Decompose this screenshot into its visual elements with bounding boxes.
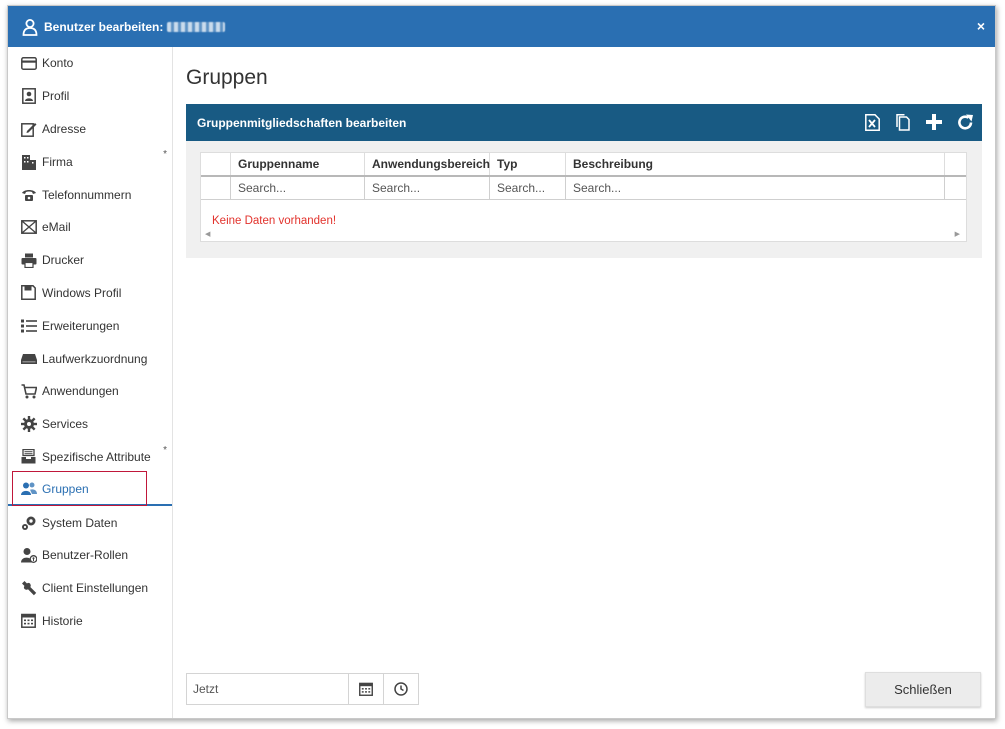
column-header-beschreibung[interactable]: Beschreibung [566,153,945,175]
sidebar-item-label: Adresse [42,121,87,136]
gears-icon [20,514,37,531]
dialog-titlebar: Benutzer bearbeiten: × [8,6,995,47]
floppy-icon [20,284,37,301]
card-icon [20,55,37,72]
user-role-icon [20,547,37,564]
sidebar-item-laufwerkzuordnung[interactable]: Laufwerkzuordnung [8,342,172,375]
sidebar-item-anwendungen[interactable]: Anwendungen [8,375,172,408]
sidebar-item-benutzer-rollen[interactable]: Benutzer-Rollen [8,539,172,572]
filter-input-beschreibung[interactable]: Search... [566,177,945,199]
date-time-field: Jetzt [186,673,419,705]
sidebar-item-label: eMail [42,220,71,235]
sidebar-item-profil[interactable]: Profil [8,80,172,113]
gear-icon [20,416,37,433]
calendar-icon [20,612,37,629]
dialog-title: Benutzer bearbeiten: [44,19,164,34]
wrench-icon [20,580,37,597]
redacted-username [167,21,226,32]
sidebar-item-erweiterungen[interactable]: Erweiterungen [8,309,172,342]
page-title: Gruppen [186,66,268,89]
groups-grid: Gruppenname Anwendungsbereich Typ Beschr… [200,152,967,242]
scroll-right-icon[interactable]: ▶ [955,230,960,238]
panel-header: Gruppenmitgliedschaften bearbeiten [186,104,982,141]
printer-icon [20,252,37,269]
sidebar-item-label: Anwendungen [42,384,119,399]
user-icon [22,18,38,36]
select-column-header [201,153,231,175]
edit-icon [20,120,37,137]
required-marker: * [163,149,167,161]
date-input[interactable]: Jetzt [187,682,348,696]
sidebar-item-adresse[interactable]: Adresse [8,113,172,146]
grid-filter-row: Search... Search... Search... Search... [201,177,966,200]
panel-title: Gruppenmitgliedschaften bearbeiten [197,115,407,130]
grid-header-row: Gruppenname Anwendungsbereich Typ Beschr… [201,153,966,177]
copy-icon[interactable] [893,112,913,132]
users-icon [20,480,37,497]
column-header-gruppenname[interactable]: Gruppenname [231,153,365,175]
sidebar-item-label: Client Einstellungen [42,581,149,596]
plus-icon[interactable] [924,112,944,132]
sidebar-item-label: System Daten [42,515,118,530]
edit-user-dialog: Benutzer bearbeiten: × Konto Profil Adre… [7,5,996,719]
excel-export-icon[interactable] [862,112,882,132]
clock-icon[interactable] [383,674,418,704]
drive-icon [20,350,37,367]
sidebar-item-label: Services [42,417,89,432]
close-button[interactable]: Schließen [865,672,981,707]
sidebar-item-windows-profil[interactable]: Windows Profil [8,277,172,310]
required-marker: * [163,444,167,456]
group-membership-panel: Gruppenmitgliedschaften bearbeiten Grupp… [186,104,982,258]
sidebar-item-label: Benutzer-Rollen [42,548,129,563]
sidebar-item-label: Drucker [42,253,85,268]
close-icon[interactable]: × [977,18,985,34]
filter-input-gruppenname[interactable]: Search... [231,177,365,199]
sidebar-item-label: Historie [42,613,83,628]
sidebar-item-label: Firma [42,154,73,169]
inbox-icon [20,448,37,465]
filter-spacer [201,177,231,199]
empty-message: Keine Daten vorhanden! [212,215,337,227]
sidebar-item-gruppen[interactable]: Gruppen [8,471,172,507]
main-content: Gruppen Gruppenmitgliedschaften bearbeit… [174,47,995,718]
calendar-picker-icon[interactable] [348,674,383,704]
column-header-anwendungsbereich[interactable]: Anwendungsbereich [365,153,490,175]
sidebar-item-label: Profil [42,89,70,104]
sidebar: Konto Profil Adresse Firma * Telefonnumm… [8,47,173,718]
sidebar-item-historie[interactable]: Historie [8,605,172,638]
sidebar-item-system-daten[interactable]: System Daten [8,506,172,539]
list-icon [20,317,37,334]
panel-toolbar [862,112,975,132]
sidebar-item-label: Gruppen [42,481,89,496]
phone-icon [20,186,37,203]
building-icon [20,153,37,170]
sidebar-item-client-einstellungen[interactable]: Client Einstellungen [8,572,172,605]
sidebar-item-telefonnummern[interactable]: Telefonnummern [8,178,172,211]
sidebar-item-label: Spezifische Attribute [42,449,151,464]
sidebar-item-label: Windows Profil [42,285,122,300]
sidebar-item-drucker[interactable]: Drucker [8,244,172,277]
sidebar-item-label: Telefonnummern [42,187,132,202]
filter-input-anwendungsbereich[interactable]: Search... [365,177,490,199]
column-header-typ[interactable]: Typ [490,153,566,175]
sidebar-item-konto[interactable]: Konto [8,47,172,80]
profile-icon [20,88,37,105]
sidebar-item-label: Erweiterungen [42,318,120,333]
sidebar-item-services[interactable]: Services [8,408,172,441]
scroll-left-icon[interactable]: ◀ [205,230,210,238]
cart-icon [20,383,37,400]
sidebar-item-email[interactable]: eMail [8,211,172,244]
sidebar-item-spezifische-attribute[interactable]: Spezifische Attribute * [8,441,172,474]
filter-input-typ[interactable]: Search... [490,177,566,199]
refresh-icon[interactable] [955,112,975,132]
mail-icon [20,219,37,236]
sidebar-item-firma[interactable]: Firma * [8,145,172,178]
sidebar-item-label: Konto [42,56,74,71]
sidebar-item-label: Laufwerkzuordnung [42,351,148,366]
